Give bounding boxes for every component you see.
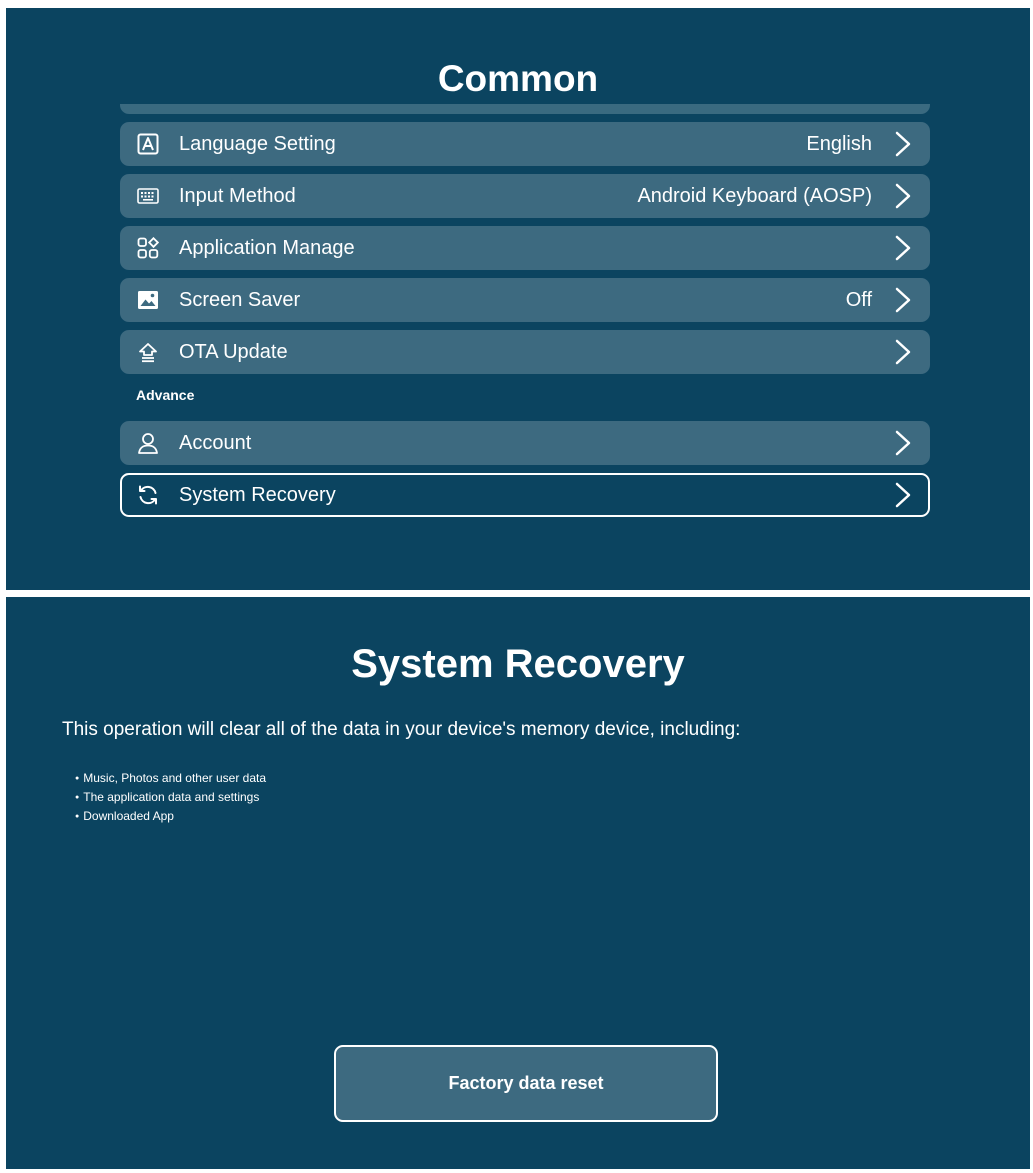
section-header-advance: Advance (136, 387, 195, 403)
chevron-right-icon (895, 287, 911, 313)
row-label: System Recovery (179, 484, 336, 506)
system-recovery-row[interactable]: System Recovery (120, 473, 930, 517)
input-method-row[interactable]: Input Method Android Keyboard (AOSP) (120, 174, 930, 218)
chevron-right-icon (895, 235, 911, 261)
row-value: Off (845, 289, 872, 311)
apps-icon (137, 237, 159, 259)
row-label: Account (179, 432, 252, 454)
common-settings-panel: Common Language Setting English Input Me… (6, 8, 1030, 590)
chevron-right-icon (895, 430, 911, 456)
row-label: Screen Saver (179, 289, 301, 311)
row-label: Input Method (179, 185, 296, 207)
language-setting-row[interactable]: Language Setting English (120, 122, 930, 166)
warning-text: This operation will clear all of the dat… (62, 719, 741, 740)
page-title: Common (437, 58, 599, 99)
row-label: OTA Update (179, 341, 288, 363)
ota-update-row[interactable]: OTA Update (120, 330, 930, 374)
user-icon (138, 433, 158, 454)
system-recovery-panel: System Recovery This operation will clea… (6, 597, 1030, 1169)
scrolled-row-edge (120, 104, 930, 114)
page-title: System Recovery (351, 642, 685, 686)
language-icon (137, 133, 159, 155)
chevron-right-icon (895, 131, 911, 157)
keyboard-icon (137, 188, 159, 204)
button-label: Factory data reset (448, 1073, 604, 1093)
row-label: Application Manage (179, 237, 355, 259)
recovery-icon (139, 485, 157, 505)
list-item: Music, Photos and other user data (75, 770, 266, 789)
chevron-right-icon (895, 482, 911, 508)
list-item: Downloaded App (75, 808, 266, 827)
row-value: English (806, 133, 872, 155)
chevron-right-icon (895, 183, 911, 209)
screen-saver-row[interactable]: Screen Saver Off (120, 278, 930, 322)
row-label: Language Setting (179, 133, 336, 155)
list-item: The application data and settings (75, 789, 266, 808)
row-value: Android Keyboard (AOSP) (637, 185, 872, 207)
factory-reset-button[interactable]: Factory data reset (334, 1045, 718, 1122)
chevron-right-icon (895, 339, 911, 365)
application-manage-row[interactable]: Application Manage (120, 226, 930, 270)
upload-icon (139, 343, 157, 363)
data-list: Music, Photos and other user data The ap… (75, 770, 266, 827)
account-row[interactable]: Account (120, 421, 930, 465)
image-icon (138, 291, 158, 309)
